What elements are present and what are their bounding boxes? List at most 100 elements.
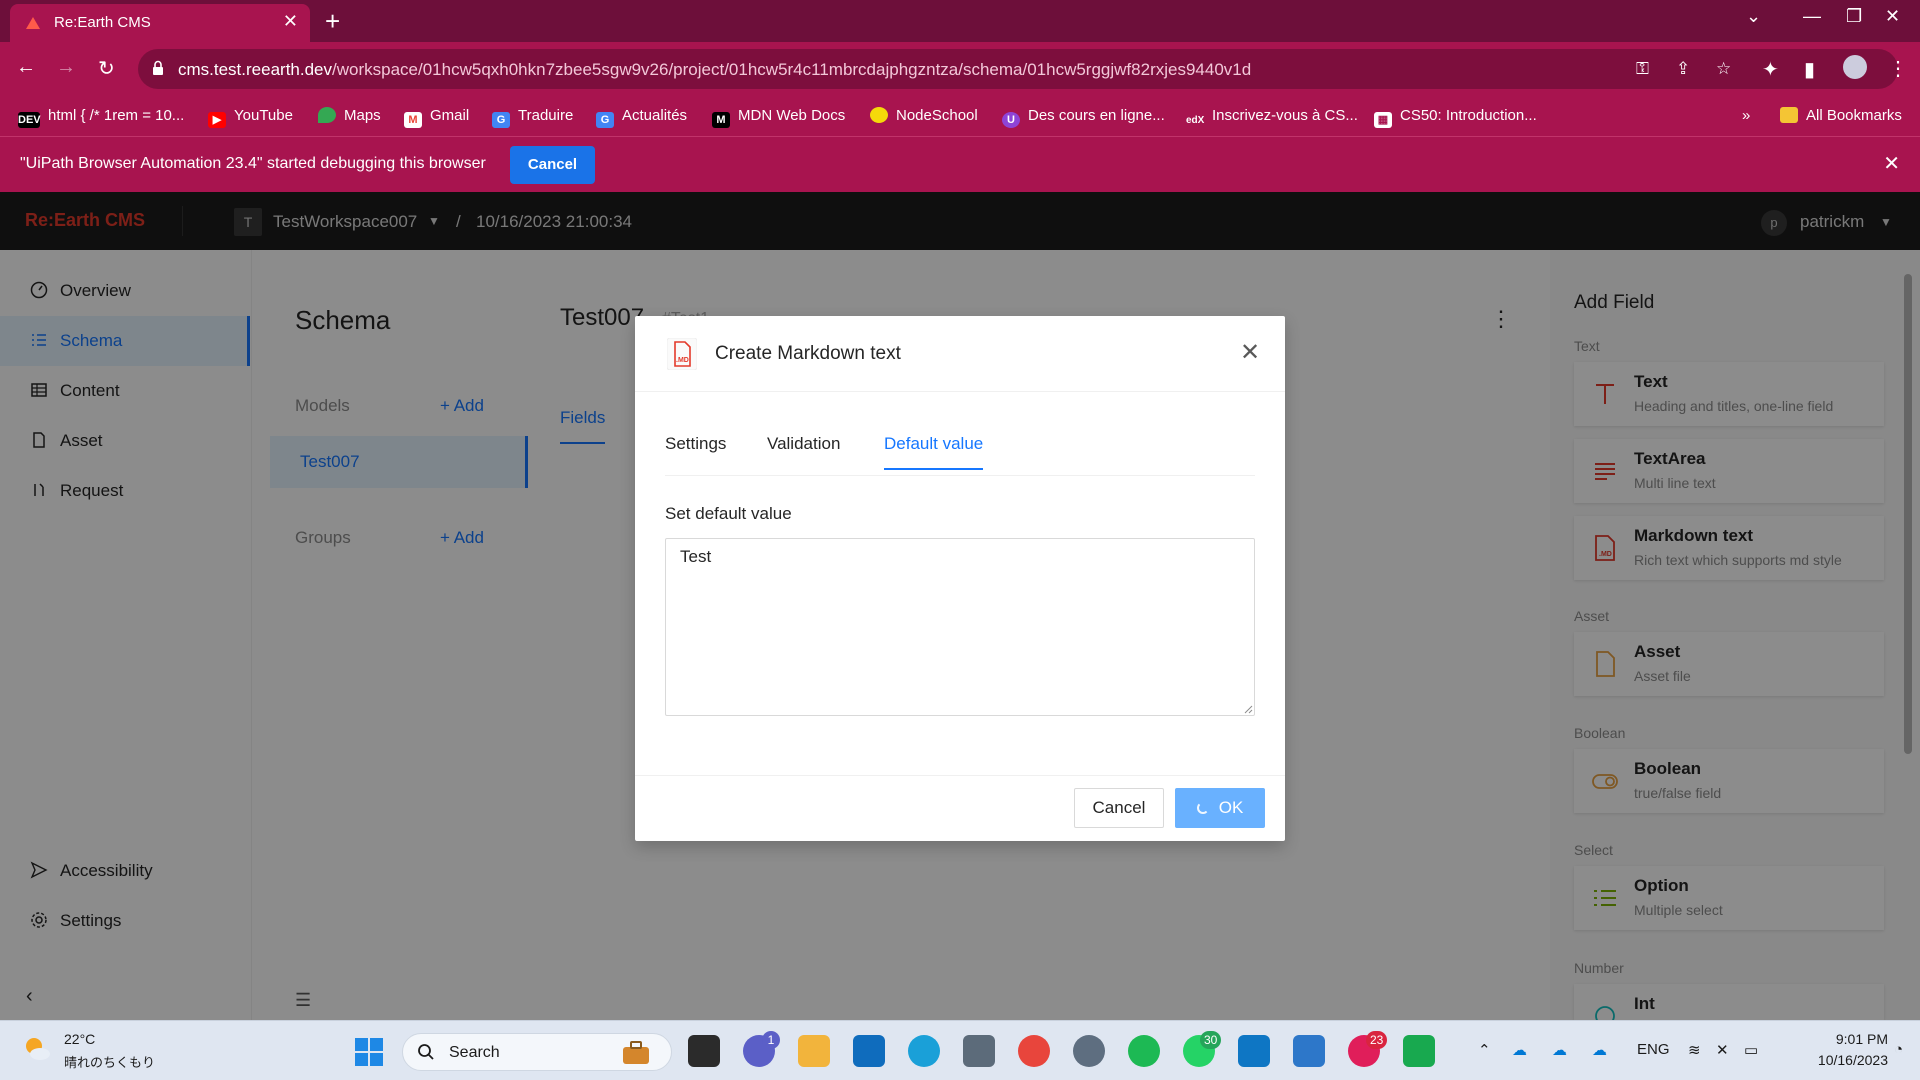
debugging-infobar: "UiPath Browser Automation 23.4" started… (0, 136, 1920, 192)
onedrive-icon[interactable]: ☁ (1512, 1041, 1527, 1059)
tab-validation[interactable]: Validation (767, 434, 840, 468)
chrome-icon[interactable] (1018, 1035, 1050, 1067)
side-panel-icon[interactable]: ▮ (1804, 57, 1815, 82)
reearth-favicon-icon (26, 17, 40, 29)
infobar-message: "UiPath Browser Automation 23.4" started… (20, 155, 486, 172)
share-icon[interactable]: ⇪ (1676, 59, 1690, 79)
search-icon (418, 1044, 434, 1060)
bookmark-dev[interactable]: DEV html { /* 1rem = 10... (18, 107, 184, 128)
bookmark-nodeschool[interactable]: NodeSchool (870, 107, 978, 124)
password-key-icon[interactable]: ⚿ (1636, 59, 1649, 79)
bookmark-label: NodeSchool (896, 107, 978, 124)
task-view-icon[interactable] (688, 1035, 720, 1067)
mdn-icon: M (712, 112, 730, 128)
modal-title: Create Markdown text (715, 343, 901, 364)
url-text: cms.test.reearth.dev/workspace/01hcw5qxh… (178, 60, 1251, 80)
show-hidden-icons-icon[interactable]: ⌃ (1478, 1041, 1491, 1059)
maps-icon (318, 107, 336, 123)
udemy-icon: U (1002, 112, 1020, 128)
news-icon: G (596, 112, 614, 128)
wifi-icon[interactable]: ≋ (1688, 1041, 1701, 1059)
app-q-icon[interactable] (1128, 1035, 1160, 1067)
forward-icon[interactable]: → (56, 56, 76, 79)
media-player-icon[interactable] (1403, 1035, 1435, 1067)
bookmark-label: CS50: Introduction... (1400, 107, 1537, 124)
url-field[interactable]: cms.test.reearth.dev/workspace/01hcw5qxh… (138, 49, 1898, 89)
file-explorer-icon[interactable] (798, 1035, 830, 1067)
url-host: cms.test.reearth.dev (178, 60, 333, 79)
app-s-icon[interactable] (1293, 1035, 1325, 1067)
onedrive-icon[interactable]: ☁ (1592, 1041, 1607, 1059)
minimize-icon[interactable]: — (1803, 6, 1821, 27)
bookmark-star-icon[interactable]: ☆ (1716, 59, 1731, 79)
calculator-icon[interactable] (963, 1035, 995, 1067)
infobar-cancel-button[interactable]: Cancel (510, 146, 595, 184)
clock-time[interactable]: 9:01 PM (1808, 1031, 1888, 1047)
restore-icon[interactable]: ❐ (1846, 6, 1862, 27)
all-bookmarks-label: All Bookmarks (1806, 107, 1902, 124)
weather-partly-cloudy-icon[interactable] (22, 1034, 52, 1064)
taskbar-search[interactable]: Search (402, 1033, 672, 1071)
bookmark-cours[interactable]: U Des cours en ligne... (1002, 107, 1165, 128)
notification-bell-icon[interactable]: ◔ (1894, 1041, 1903, 1058)
cancel-button[interactable]: Cancel (1074, 788, 1164, 828)
bookmark-mdn[interactable]: M MDN Web Docs (712, 107, 845, 128)
vscode-icon[interactable] (1238, 1035, 1270, 1067)
profile-avatar[interactable] (1843, 55, 1867, 79)
ok-button[interactable]: OK (1175, 788, 1265, 828)
clock-date[interactable]: 10/16/2023 (1782, 1052, 1888, 1068)
browser-tab[interactable]: Re:Earth CMS ✕ (10, 4, 310, 42)
tab-default-value[interactable]: Default value (884, 434, 984, 470)
resize-handle-icon[interactable] (1243, 704, 1253, 714)
bookmark-label: Des cours en ligne... (1028, 107, 1165, 124)
bookmark-label: Gmail (430, 107, 470, 124)
ok-button-label: OK (1218, 798, 1244, 817)
modal-footer: Cancel OK (635, 775, 1285, 841)
all-bookmarks[interactable]: All Bookmarks (1780, 107, 1902, 124)
close-infobar-icon[interactable]: ✕ (1883, 151, 1900, 176)
reload-icon[interactable]: ↻ (98, 56, 115, 81)
windows-taskbar: 22°C 晴れのちくもり Search 1 30 23 ⌃ ☁ ☁ ☁ ENG … (0, 1020, 1920, 1080)
input-language[interactable]: ENG (1637, 1041, 1670, 1058)
youtube-icon: ▶ (208, 112, 226, 128)
edge-icon[interactable] (908, 1035, 940, 1067)
windows-start-icon[interactable] (355, 1038, 383, 1066)
more-bookmarks-icon[interactable]: » (1742, 107, 1750, 124)
notification-badge: 23 (1366, 1031, 1388, 1049)
dev-icon: DEV (18, 112, 41, 128)
close-window-icon[interactable]: ✕ (1885, 6, 1900, 27)
bookmark-actualites[interactable]: G Actualités (596, 107, 687, 128)
onedrive-icon[interactable]: ☁ (1552, 1041, 1567, 1059)
close-tab-icon[interactable]: ✕ (283, 11, 298, 32)
new-tab-icon[interactable]: + (325, 6, 340, 37)
weather-temperature[interactable]: 22°C (64, 1031, 95, 1047)
default-value-label: Set default value (665, 504, 792, 523)
bookmark-youtube[interactable]: ▶ YouTube (208, 107, 293, 128)
bookmark-gmail[interactable]: M Gmail (404, 107, 469, 128)
edx-icon: edX (1186, 115, 1205, 126)
settings-app-icon[interactable] (1073, 1035, 1105, 1067)
tab-search-icon[interactable]: ⌄ (1746, 6, 1761, 27)
outlook-icon[interactable] (853, 1035, 885, 1067)
bookmark-cs[interactable]: edX Inscrivez-vous à CS... (1186, 107, 1358, 129)
svg-text:.MD: .MD (676, 357, 689, 364)
bookmark-maps[interactable]: Maps (318, 107, 381, 124)
bookmark-label: MDN Web Docs (738, 107, 846, 124)
translate-icon: G (492, 112, 510, 128)
notification-badge: 1 (762, 1031, 780, 1049)
bookmark-cs50[interactable]: ▦ CS50: Introduction... (1374, 107, 1537, 128)
browser-menu-icon[interactable]: ⋮ (1888, 56, 1908, 81)
close-icon[interactable]: ✕ (1240, 338, 1260, 367)
back-icon[interactable]: ← (16, 56, 36, 79)
extensions-icon[interactable]: ✦ (1762, 57, 1779, 82)
bookmark-label: YouTube (234, 107, 293, 124)
address-bar: ← → ↻ cms.test.reearth.dev/workspace/01h… (0, 42, 1920, 98)
tab-settings[interactable]: Settings (665, 434, 726, 468)
loading-spinner-icon (1196, 802, 1209, 814)
weather-description[interactable]: 晴れのちくもり (64, 1052, 155, 1071)
volume-muted-icon[interactable]: ✕ (1716, 1041, 1729, 1059)
default-value-textarea[interactable]: Test (665, 538, 1255, 716)
gmail-icon: M (404, 112, 422, 128)
bookmark-traduire[interactable]: G Traduire (492, 107, 573, 128)
battery-icon[interactable]: ▭ (1744, 1041, 1758, 1059)
